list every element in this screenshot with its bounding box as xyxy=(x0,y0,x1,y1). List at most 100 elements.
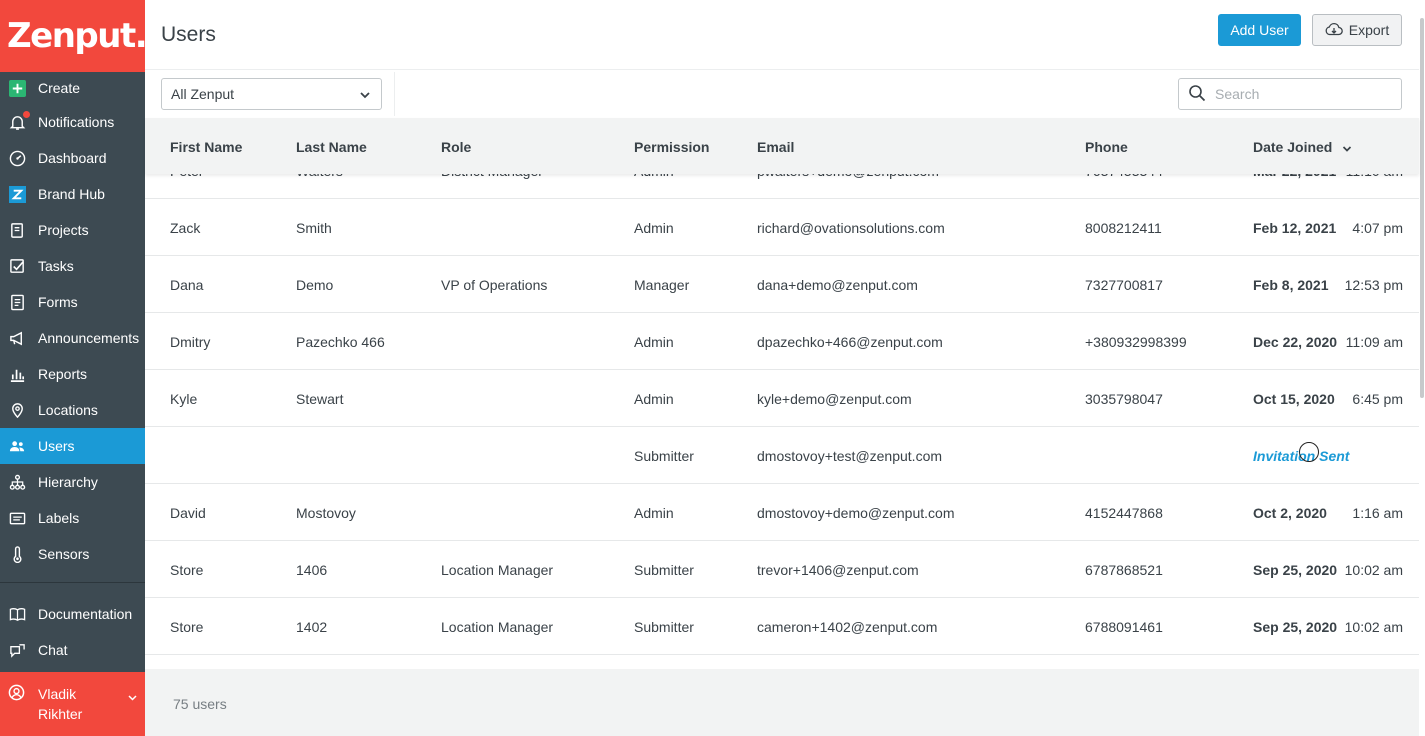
cell-time: 4:07 pm xyxy=(1352,220,1403,236)
sidebar-item-label: Labels xyxy=(38,510,80,526)
sidebar-item-dashboard[interactable]: Dashboard xyxy=(0,140,145,176)
chevron-down-icon[interactable] xyxy=(128,688,137,704)
sidebar-nav: Create Notifications Dashboard Brand Hub Pro… xyxy=(0,72,145,668)
cell-permission: Admin xyxy=(634,391,674,407)
cell-permission: Submitter xyxy=(634,562,694,578)
mouse-cursor xyxy=(1299,442,1319,462)
cell-phone: 3035798047 xyxy=(1085,391,1163,407)
column-permission[interactable]: Permission xyxy=(634,139,709,155)
label-icon xyxy=(8,509,26,527)
user-menu[interactable]: Vladik Rikhter xyxy=(0,672,145,736)
table-footer: 75 users xyxy=(145,669,1419,736)
cell-time: 6:45 pm xyxy=(1352,391,1403,407)
search-box[interactable] xyxy=(1178,78,1402,110)
plus-icon xyxy=(8,79,26,97)
table-row[interactable]: Store 1402 Location Manager Submitter camero… xyxy=(145,598,1419,655)
cell-last: Stewart xyxy=(296,391,344,407)
table-header: First Name Last Name Role Permission Ema… xyxy=(145,118,1419,174)
scrollbar[interactable] xyxy=(1419,0,1425,736)
cell-phone: 6787868521 xyxy=(1085,562,1163,578)
divider xyxy=(394,72,395,116)
cell-date: Oct 2, 2020 xyxy=(1253,505,1327,521)
add-user-button[interactable]: Add User xyxy=(1218,14,1301,46)
sidebar-item-label: Projects xyxy=(38,222,89,238)
sidebar-item-tasks[interactable]: Tasks xyxy=(0,248,145,284)
column-phone[interactable]: Phone xyxy=(1085,139,1128,155)
search-input[interactable] xyxy=(1215,86,1395,102)
column-date-joined[interactable]: Date Joined xyxy=(1253,139,1332,155)
cell-date: Sep 25, 2020 xyxy=(1253,619,1338,635)
sidebar-item-documentation[interactable]: Documentation xyxy=(0,596,145,632)
sort-descending-icon[interactable] xyxy=(1342,140,1352,156)
sidebar-item-announcements[interactable]: Announcements xyxy=(0,320,145,356)
sidebar-item-label: Users xyxy=(38,438,75,454)
thermometer-icon xyxy=(8,545,26,563)
sidebar-item-reports[interactable]: Reports xyxy=(0,356,145,392)
cell-email: cameron+1402@zenput.com xyxy=(757,619,938,635)
export-label: Export xyxy=(1348,22,1390,38)
cell-first: David xyxy=(170,505,206,521)
user-count: 75 users xyxy=(173,696,227,712)
table-row[interactable]: Dana Demo VP of Operations Manager dana+demo… xyxy=(145,256,1419,313)
sidebar-item-create[interactable]: Create xyxy=(0,72,145,104)
table-row[interactable]: Submitter dmostovoy+test@zenput.com Invita… xyxy=(145,427,1419,484)
sidebar-item-users[interactable]: Users xyxy=(0,428,145,464)
cell-role: Location Manager xyxy=(441,562,554,578)
table-row[interactable]: Kyle Stewart Admin kyle+demo@zenput.com 3035… xyxy=(145,370,1419,427)
sidebar-item-labels[interactable]: Labels xyxy=(0,500,145,536)
cell-permission: Submitter xyxy=(634,448,694,464)
cell-time: 10:02 am xyxy=(1344,562,1403,578)
sidebar-item-label: Sensors xyxy=(38,546,90,562)
sidebar-item-label: Locations xyxy=(38,402,98,418)
sidebar-item-hierarchy[interactable]: Hierarchy xyxy=(0,464,145,500)
sidebar-item-label: Tasks xyxy=(38,258,74,274)
table-row[interactable]: Store 1406 Location Manager Submitter trevor… xyxy=(145,541,1419,598)
sidebar-item-projects[interactable]: Projects xyxy=(0,212,145,248)
cell-date: Feb 8, 2021 xyxy=(1253,277,1329,293)
cell-date: Dec 22, 2020 xyxy=(1253,334,1338,350)
column-email[interactable]: Email xyxy=(757,139,794,155)
megaphone-icon xyxy=(8,329,26,347)
sidebar: Zenput. Create Notifications Dashboard Bran… xyxy=(0,0,148,736)
table-row[interactable]: Zack Smith Admin richard@ovationsolutions.c… xyxy=(145,199,1419,256)
sidebar-item-sensors[interactable]: Sensors xyxy=(0,536,145,572)
export-button[interactable]: Export xyxy=(1312,14,1402,46)
scope-select[interactable]: All Zenput xyxy=(161,78,382,110)
cell-date: Sep 25, 2020 xyxy=(1253,562,1338,578)
cell-date: Oct 15, 2020 xyxy=(1253,391,1335,407)
cell-first: Dana xyxy=(170,277,204,293)
sidebar-item-locations[interactable]: Locations xyxy=(0,392,145,428)
sidebar-item-brand-hub[interactable]: Brand Hub xyxy=(0,176,145,212)
bar-chart-icon xyxy=(8,365,26,383)
cell-time: 10:02 am xyxy=(1344,619,1403,635)
sidebar-item-notifications[interactable]: Notifications xyxy=(0,104,145,140)
filter-toolbar: All Zenput xyxy=(145,69,1419,118)
zenput-logo[interactable]: Zenput. xyxy=(0,0,148,72)
cell-time: 12:53 pm xyxy=(1344,277,1403,293)
book-icon xyxy=(8,605,26,623)
sidebar-item-label: Chat xyxy=(38,642,68,658)
table-row[interactable]: David Mostovoy Admin dmostovoy+demo@zenput.… xyxy=(145,484,1419,541)
checkbox-icon xyxy=(8,257,26,275)
cell-email: dpazechko+466@zenput.com xyxy=(757,334,943,350)
projects-icon xyxy=(8,221,26,239)
table-row[interactable]: Dmitry Pazechko 466 Admin dpazechko+466@zen… xyxy=(145,313,1419,370)
column-first-name[interactable]: First Name xyxy=(170,139,242,155)
hierarchy-icon xyxy=(8,473,26,491)
users-icon xyxy=(8,437,26,455)
sidebar-item-label: Brand Hub xyxy=(38,186,105,202)
main-content: Users Add User Export All Zenput First N… xyxy=(145,0,1419,736)
cell-email: dmostovoy+test@zenput.com xyxy=(757,448,943,464)
sidebar-item-forms[interactable]: Forms xyxy=(0,284,145,320)
column-role[interactable]: Role xyxy=(441,139,471,155)
gauge-icon xyxy=(8,149,26,167)
cell-first: Dmitry xyxy=(170,334,211,350)
user-name: Vladik Rikhter xyxy=(38,686,83,722)
scrollbar-thumb[interactable] xyxy=(1420,18,1424,398)
sidebar-item-chat[interactable]: Chat xyxy=(0,632,145,668)
cell-phone: 7327700817 xyxy=(1085,277,1163,293)
cell-permission: Manager xyxy=(634,277,690,293)
form-icon xyxy=(8,293,26,311)
column-last-name[interactable]: Last Name xyxy=(296,139,367,155)
cell-date: Feb 12, 2021 xyxy=(1253,220,1337,236)
